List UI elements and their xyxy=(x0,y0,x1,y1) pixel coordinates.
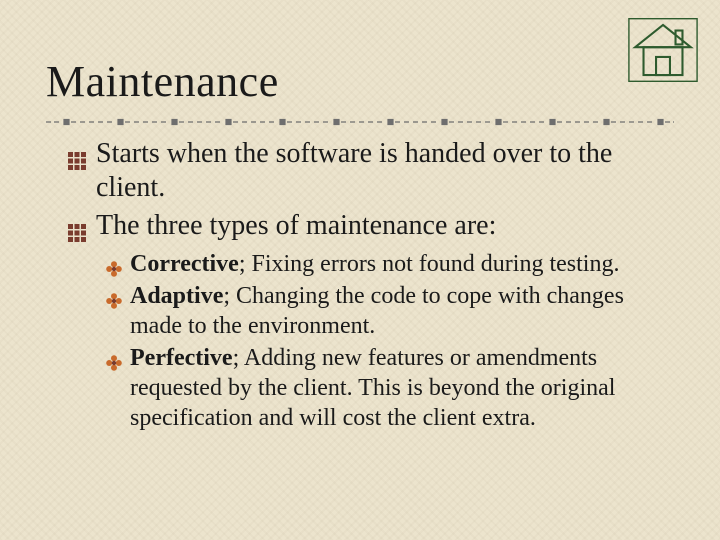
list-item-label: Corrective xyxy=(130,251,239,277)
level1-list: Starts when the software is handed over … xyxy=(68,137,674,243)
list-item-label: Adaptive xyxy=(130,283,223,309)
list-item-text: Corrective; Fixing errors not found duri… xyxy=(130,251,619,277)
list-item-text: The three types of maintenance are: xyxy=(96,210,496,241)
bullet-flower-icon xyxy=(106,255,122,271)
bullet-flower-icon xyxy=(106,287,122,303)
divider xyxy=(46,117,674,127)
home-icon[interactable] xyxy=(628,18,698,82)
list-item-text: Adaptive; Changing the code to cope with… xyxy=(130,283,624,339)
level2-list: Corrective; Fixing errors not found duri… xyxy=(106,249,674,433)
slide: Maintenance xyxy=(0,0,720,540)
slide-title: Maintenance xyxy=(46,56,674,107)
bullet-flower-icon xyxy=(106,349,122,365)
list-item-text: Perfective; Adding new features or amend… xyxy=(130,345,615,431)
list-item: Corrective; Fixing errors not found duri… xyxy=(106,249,674,279)
bullet-grid-icon xyxy=(68,145,86,163)
list-item-rest: ; Fixing errors not found during testing… xyxy=(239,251,620,277)
list-item: The three types of maintenance are: xyxy=(68,209,674,243)
list-item: Adaptive; Changing the code to cope with… xyxy=(106,281,674,341)
bullet-grid-icon xyxy=(68,217,86,235)
list-item-text: Starts when the software is handed over … xyxy=(96,138,612,203)
list-item: Perfective; Adding new features or amend… xyxy=(106,343,674,433)
list-item: Starts when the software is handed over … xyxy=(68,137,674,205)
list-item-label: Perfective xyxy=(130,345,233,371)
